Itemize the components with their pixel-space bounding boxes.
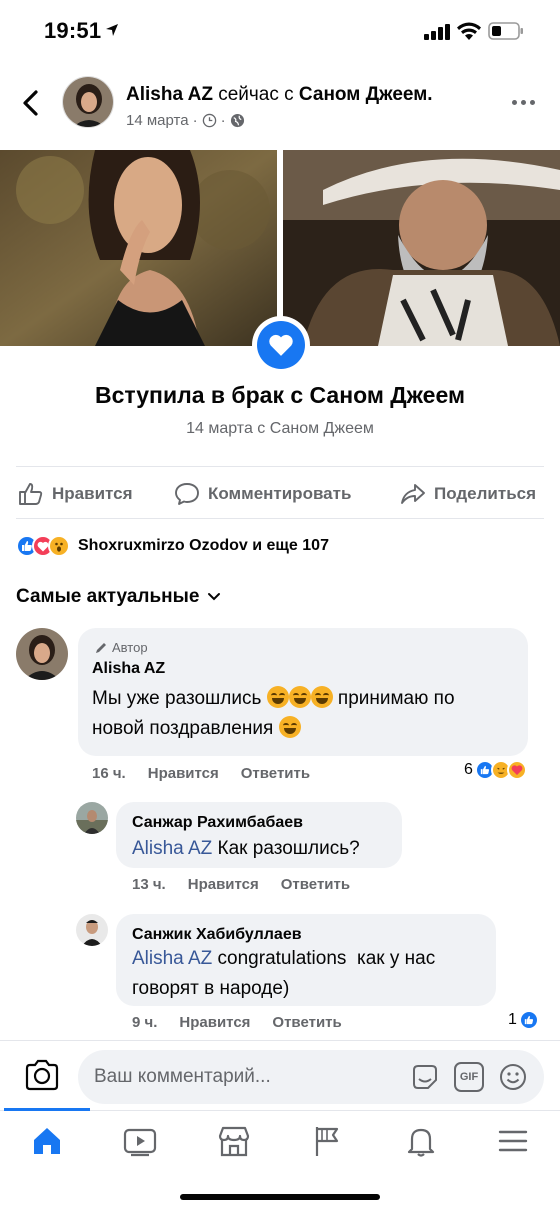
share-label: Поделиться bbox=[434, 484, 537, 503]
cellular-signal-icon bbox=[424, 24, 450, 40]
sticker-icon[interactable] bbox=[410, 1062, 440, 1092]
comment-author[interactable]: Санжар Рахимбабаев bbox=[132, 814, 303, 832]
comment-label: Комментировать bbox=[208, 484, 352, 503]
comment-sort-dropdown[interactable]: Самые актуальные bbox=[16, 586, 221, 608]
chevron-down-icon bbox=[208, 593, 221, 601]
comment-text: Alisha AZ congratulations как у нас гово… bbox=[132, 948, 436, 999]
comment-reply-link[interactable]: Ответить bbox=[241, 765, 310, 782]
comment-bubble[interactable]: Санжар Рахимбабаев Alisha AZ Как разошли… bbox=[116, 802, 402, 868]
globe-icon bbox=[230, 113, 244, 128]
menu-icon[interactable] bbox=[496, 1124, 530, 1158]
comment-like-link[interactable]: Нравится bbox=[148, 765, 219, 782]
comment-author[interactable]: Alisha AZ bbox=[92, 660, 165, 678]
comment-like-link[interactable]: Нравится bbox=[179, 1014, 250, 1031]
author-avatar[interactable] bbox=[62, 76, 114, 128]
battery-icon bbox=[488, 22, 523, 40]
watch-icon[interactable] bbox=[122, 1124, 158, 1158]
notifications-bell-icon[interactable] bbox=[404, 1124, 438, 1158]
life-event-photo-right[interactable] bbox=[283, 150, 560, 346]
thumbs-up-icon bbox=[19, 483, 43, 505]
comment-meta: 9 ч. Нравится Ответить bbox=[132, 1014, 342, 1031]
life-event-photo-left[interactable] bbox=[0, 150, 277, 346]
life-event-badge bbox=[252, 316, 310, 374]
marketplace-icon[interactable] bbox=[216, 1124, 252, 1158]
share-arrow-icon bbox=[401, 484, 425, 504]
author-tag: Автор bbox=[94, 640, 148, 655]
pages-flag-icon[interactable] bbox=[310, 1124, 344, 1158]
commenter-avatar[interactable] bbox=[76, 914, 108, 946]
laughing-emoji-icon bbox=[278, 716, 301, 738]
laughing-emoji-icon bbox=[310, 686, 333, 708]
gif-button[interactable]: GIF bbox=[454, 1062, 484, 1092]
header-connector: сейчас с bbox=[218, 84, 294, 105]
like-label: Нравится bbox=[52, 484, 133, 503]
like-button[interactable]: Нравится bbox=[18, 482, 133, 506]
life-event-title: Вступила в брак с Саном Джеем bbox=[95, 382, 465, 408]
home-indicator bbox=[180, 1194, 380, 1200]
comment-bubble[interactable]: Автор Alisha AZ Мы уже разошлись принима… bbox=[78, 628, 528, 756]
comment-reply-link[interactable]: Ответить bbox=[272, 1014, 341, 1031]
location-arrow-icon bbox=[106, 24, 118, 36]
comment-meta: 16 ч. Нравится Ответить bbox=[92, 765, 310, 782]
divider bbox=[16, 518, 544, 519]
comment-like-link[interactable]: Нравится bbox=[188, 876, 259, 893]
wifi-icon bbox=[457, 22, 481, 40]
comment-time: 16 ч. bbox=[92, 765, 126, 782]
comment-text: Мы уже разошлись принимаю по новой поздр… bbox=[92, 686, 455, 739]
comment-reply-link[interactable]: Ответить bbox=[281, 876, 350, 893]
comment-input-placeholder: Ваш комментарий... bbox=[94, 1066, 271, 1087]
divider bbox=[0, 1040, 560, 1041]
comment-bubble[interactable]: Санжик Хабибуллаев Alisha AZ congratulat… bbox=[116, 914, 496, 1006]
home-icon[interactable] bbox=[30, 1124, 64, 1158]
comment-reactions[interactable]: 1 bbox=[508, 1010, 539, 1030]
pen-icon bbox=[96, 642, 106, 653]
mention-link[interactable]: Alisha AZ bbox=[132, 838, 212, 859]
comment-reactions[interactable]: 6 bbox=[464, 760, 527, 780]
tagged-person[interactable]: Саном Джеем. bbox=[299, 84, 433, 105]
post-meta: 14 марта · · bbox=[126, 112, 245, 129]
mention-link[interactable]: Alisha AZ bbox=[132, 948, 212, 969]
back-chevron-icon[interactable] bbox=[18, 88, 44, 118]
divider bbox=[16, 466, 544, 467]
comment-text: Alisha AZ Как разошлись? bbox=[132, 838, 360, 859]
clock-icon bbox=[202, 113, 216, 128]
laughing-emoji-icon bbox=[288, 686, 311, 708]
comment-bubble-icon bbox=[175, 483, 199, 505]
status-time: 19:51 bbox=[44, 18, 102, 43]
comment-button[interactable]: Комментировать bbox=[174, 482, 351, 506]
comment-time: 9 ч. bbox=[132, 1014, 158, 1031]
camera-icon[interactable] bbox=[24, 1059, 60, 1091]
heart-icon bbox=[269, 334, 293, 356]
reactions-summary[interactable]: Shoxruxmirzo Ozodov и еще 107 bbox=[16, 535, 329, 557]
comment-meta: 13 ч. Нравится Ответить bbox=[132, 876, 350, 893]
life-event-subtitle: 14 марта с Саном Джеем bbox=[186, 420, 374, 437]
reactions-text: Shoxruxmirzo Ozodov и еще 107 bbox=[78, 537, 329, 554]
commenter-avatar[interactable] bbox=[16, 628, 68, 680]
post-header-line: Alisha AZ сейчас с Саном Джеем. bbox=[126, 84, 433, 106]
author-name[interactable]: Alisha AZ bbox=[126, 84, 213, 105]
laughing-emoji-icon bbox=[266, 686, 289, 708]
sort-label: Самые актуальные bbox=[16, 586, 200, 607]
post-date[interactable]: 14 марта bbox=[126, 112, 189, 129]
commenter-avatar[interactable] bbox=[76, 802, 108, 834]
active-tab-indicator bbox=[4, 1108, 90, 1111]
care-reaction-icon bbox=[506, 760, 527, 780]
like-reaction-icon bbox=[518, 1010, 539, 1030]
wow-reaction-icon bbox=[48, 535, 70, 557]
comment-author[interactable]: Санжик Хабибуллаев bbox=[132, 926, 302, 944]
comment-time: 13 ч. bbox=[132, 876, 166, 893]
emoji-smile-icon[interactable] bbox=[498, 1062, 528, 1092]
share-button[interactable]: Поделиться bbox=[400, 482, 536, 506]
comment-input[interactable]: Ваш комментарий... GIF bbox=[78, 1050, 544, 1104]
more-options-icon[interactable] bbox=[512, 100, 535, 105]
